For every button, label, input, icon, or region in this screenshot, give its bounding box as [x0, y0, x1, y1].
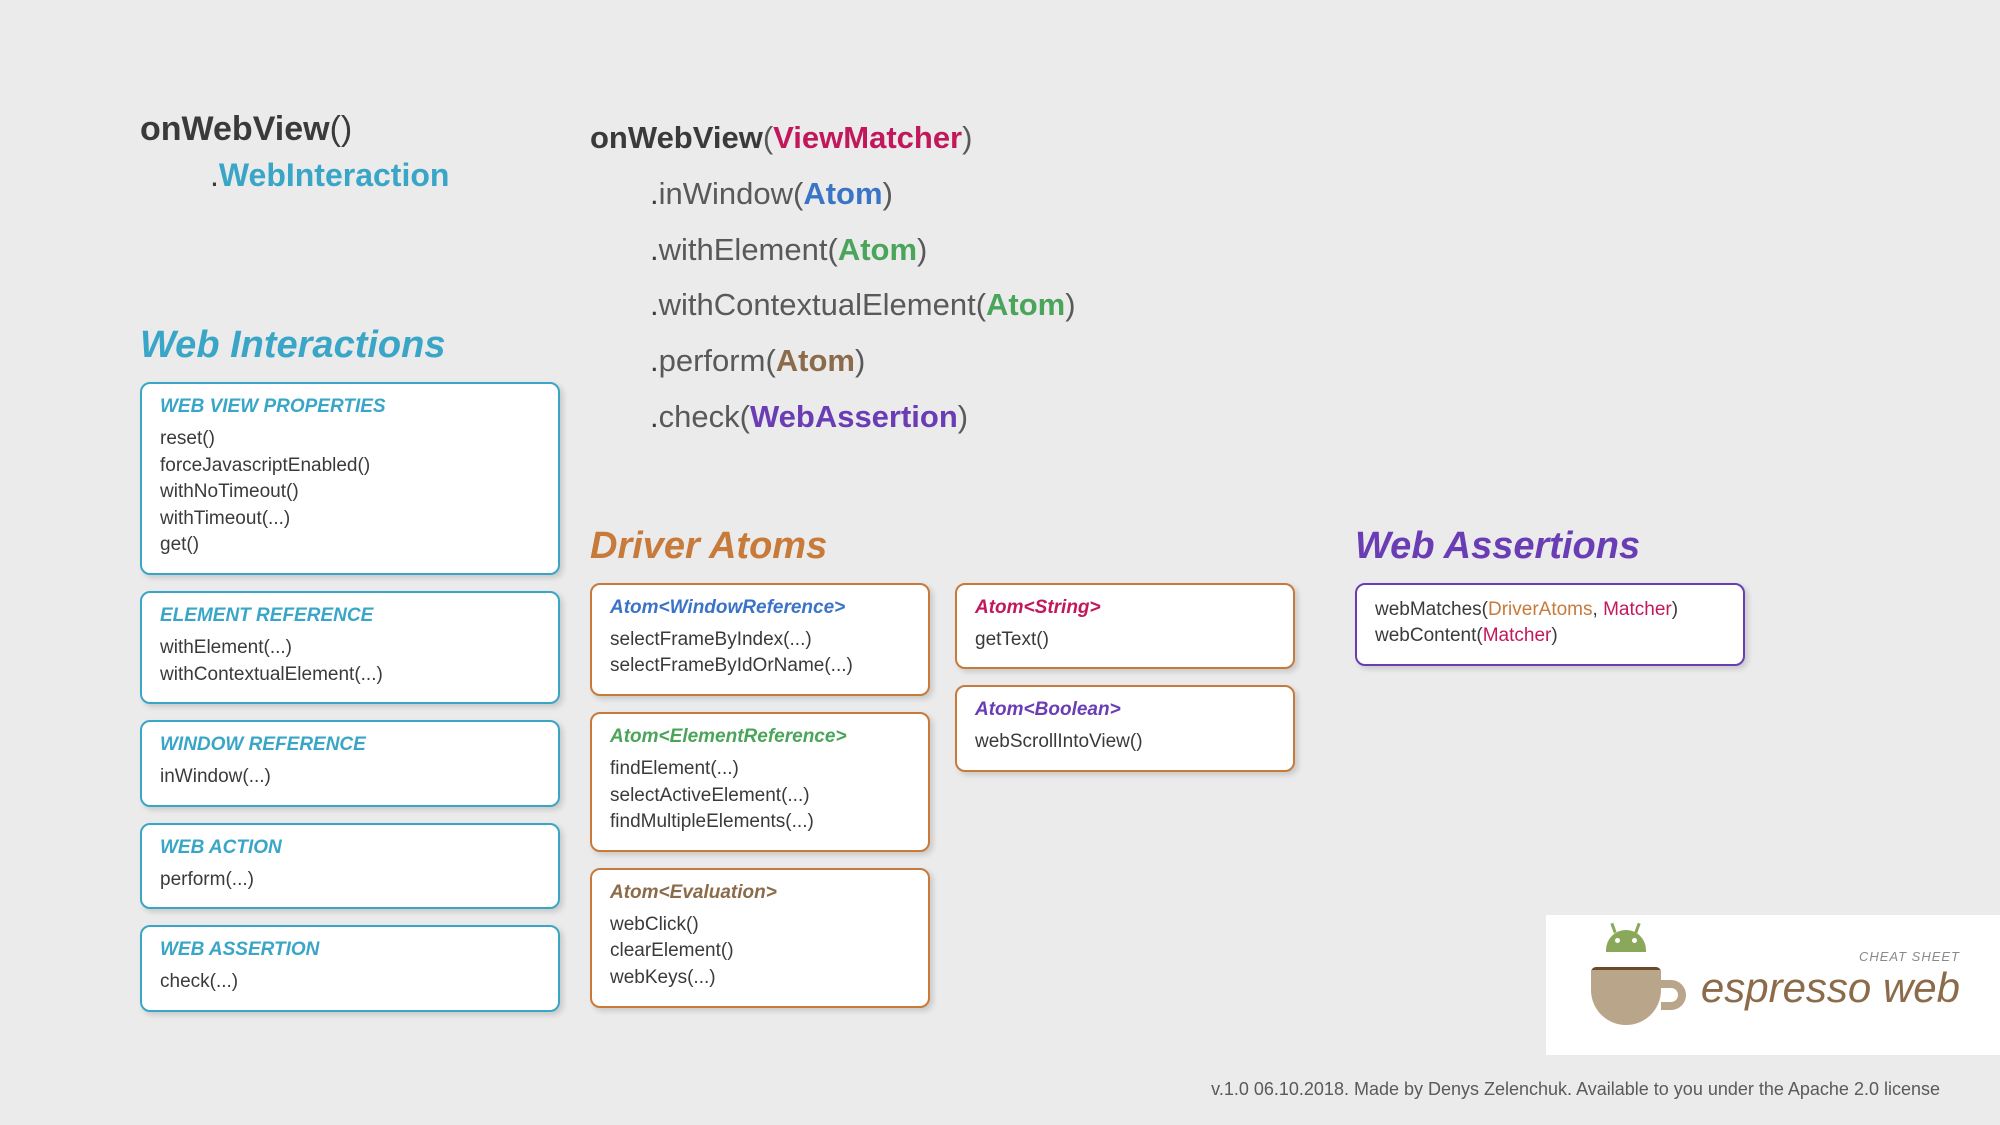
logo-box: CHEAT SHEET espresso web — [1546, 915, 2000, 1055]
card-list: reset()forceJavascriptEnabled()withNoTim… — [160, 426, 540, 559]
card-list: webScrollIntoView() — [975, 729, 1275, 756]
list-item: check(...) — [160, 969, 540, 996]
driver-col2: Atom<String> getText() Atom<Boolean> webScr… — [955, 583, 1295, 1024]
list-item: selectActiveElement(...) — [610, 783, 910, 810]
list-item: reset() — [160, 426, 540, 453]
section-title-web-assertions: Web Assertions — [1355, 525, 1745, 568]
list-item: webClick() — [610, 912, 910, 939]
card-title: ELEMENT REFERENCE — [160, 605, 540, 627]
card: Atom<ElementReference> findElement(...)se… — [590, 712, 930, 852]
card-title: Atom<Evaluation> — [610, 882, 910, 904]
list-item: selectFrameByIdOrName(...) — [610, 653, 910, 680]
list-item: selectFrameByIndex(...) — [610, 627, 910, 654]
card: ELEMENT REFERENCE withElement(...)withCon… — [140, 591, 560, 704]
list-item: findMultipleElements(...) — [610, 809, 910, 836]
list-item: withTimeout(...) — [160, 506, 540, 533]
list-item: clearElement() — [610, 938, 910, 965]
list-item: withContextualElement(...) — [160, 662, 540, 689]
card-list: webClick()clearElement()webKeys(...) — [610, 912, 910, 992]
driver-col1: Atom<WindowReference> selectFrameByIndex(… — [590, 583, 930, 1024]
card: WEB VIEW PROPERTIES reset()forceJavascrip… — [140, 382, 560, 575]
card: WEB ACTION perform(...) — [140, 823, 560, 910]
driver-columns: Atom<WindowReference> selectFrameByIndex(… — [590, 583, 1295, 1024]
chain-head-arg: ViewMatcher — [773, 120, 962, 155]
assertions-card: webMatches(DriverAtoms, Matcher)webConte… — [1355, 583, 1745, 666]
left-subheading: .WebInteraction — [210, 157, 560, 194]
chain-lines: .inWindow(Atom).withElement(Atom).withCo… — [590, 166, 1860, 445]
left-heading: onWebView() — [140, 110, 560, 149]
list-item: withElement(...) — [160, 635, 540, 662]
web-interactions-section: Web Interactions WEB VIEW PROPERTIES rese… — [140, 324, 560, 1012]
card-title: Atom<Boolean> — [975, 699, 1275, 721]
card: Atom<Boolean> webScrollIntoView() — [955, 685, 1295, 772]
section-title-driver-atoms: Driver Atoms — [590, 525, 1295, 568]
cheatsheet-page: onWebView() .WebInteraction Web Interact… — [0, 0, 2000, 1125]
list-item: webMatches(DriverAtoms, Matcher) — [1375, 597, 1725, 624]
chain-line: .perform(Atom) — [590, 333, 1860, 389]
card-list: withElement(...)withContextualElement(..… — [160, 635, 540, 688]
card: Atom<WindowReference> selectFrameByIndex(… — [590, 583, 930, 696]
logo-main: espresso web — [1701, 964, 1960, 1012]
chain-line: .inWindow(Atom) — [590, 166, 1860, 222]
card-list: getText() — [975, 627, 1275, 654]
top-row: onWebView() .WebInteraction Web Interact… — [140, 110, 1860, 1028]
card-title: Atom<ElementReference> — [610, 726, 910, 748]
card: Atom<String> getText() — [955, 583, 1295, 670]
card-list: inWindow(...) — [160, 764, 540, 791]
list-item: webScrollIntoView() — [975, 729, 1275, 756]
card-title: WEB ASSERTION — [160, 939, 540, 961]
list-item: getText() — [975, 627, 1275, 654]
list-item: get() — [160, 532, 540, 559]
card: WEB ASSERTION check(...) — [140, 925, 560, 1012]
list-item: perform(...) — [160, 867, 540, 894]
card-list: findElement(...)selectActiveElement(...)… — [610, 756, 910, 836]
card-title: Atom<String> — [975, 597, 1275, 619]
card-title: Atom<WindowReference> — [610, 597, 910, 619]
card-title: WEB ACTION — [160, 837, 540, 859]
list-item: forceJavascriptEnabled() — [160, 453, 540, 480]
chain-line: .check(WebAssertion) — [590, 389, 1860, 445]
list-item: findElement(...) — [610, 756, 910, 783]
chain-block: onWebView(ViewMatcher) .inWindow(Atom).w… — [590, 110, 1860, 445]
chain-head-line: onWebView(ViewMatcher) — [590, 110, 1860, 166]
left-column: onWebView() .WebInteraction Web Interact… — [140, 110, 560, 1028]
card: Atom<Evaluation> webClick()clearElement()… — [590, 868, 930, 1008]
list-item: withNoTimeout() — [160, 479, 540, 506]
list-item: webContent(Matcher) — [1375, 623, 1725, 650]
espresso-icon — [1586, 935, 1676, 1025]
heading-name: onWebView — [140, 110, 330, 148]
web-interactions-cards: WEB VIEW PROPERTIES reset()forceJavascrip… — [140, 382, 560, 1012]
driver-atoms-section: Driver Atoms Atom<WindowReference> select… — [590, 525, 1295, 1024]
card-list: check(...) — [160, 969, 540, 996]
heading-parens: () — [330, 110, 353, 148]
card-title: WEB VIEW PROPERTIES — [160, 396, 540, 418]
list-item: webKeys(...) — [610, 965, 910, 992]
right-column: onWebView(ViewMatcher) .inWindow(Atom).w… — [570, 110, 1860, 1028]
assertions-list: webMatches(DriverAtoms, Matcher)webConte… — [1375, 597, 1725, 650]
card-title: WINDOW REFERENCE — [160, 734, 540, 756]
footer: v.1.0 06.10.2018. Made by Denys Zelenchu… — [1211, 1079, 1940, 1100]
chain-line: .withElement(Atom) — [590, 222, 1860, 278]
list-item: inWindow(...) — [160, 764, 540, 791]
logo-sub: CHEAT SHEET — [1701, 949, 1960, 964]
card-list: selectFrameByIndex(...)selectFrameByIdOr… — [610, 627, 910, 680]
section-title-web-interactions: Web Interactions — [140, 324, 560, 367]
chain-line: .withContextualElement(Atom) — [590, 277, 1860, 333]
logo-text: CHEAT SHEET espresso web — [1701, 949, 1960, 1012]
card: WINDOW REFERENCE inWindow(...) — [140, 720, 560, 807]
card-list: perform(...) — [160, 867, 540, 894]
chain-head-name: onWebView — [590, 120, 763, 155]
subheading-text: WebInteraction — [219, 157, 450, 193]
